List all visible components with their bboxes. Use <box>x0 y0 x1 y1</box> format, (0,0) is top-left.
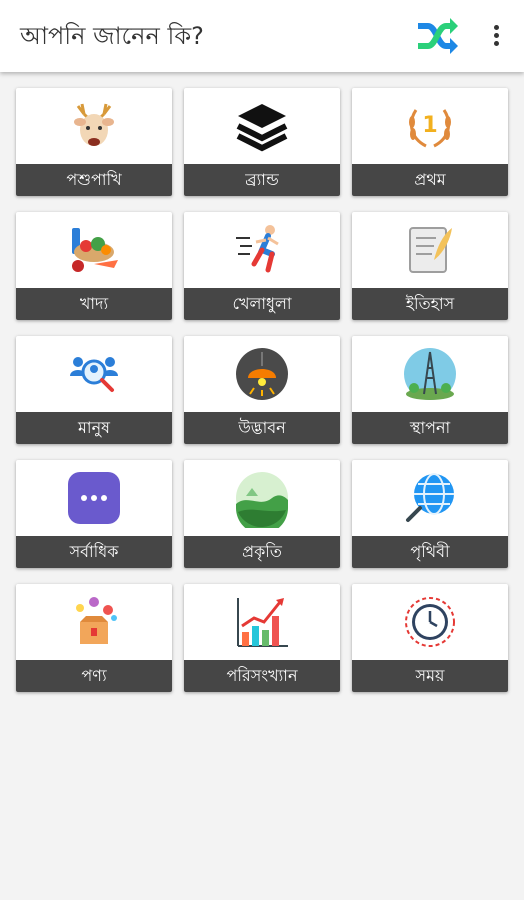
food-icon <box>16 212 172 288</box>
category-label: মানুষ <box>16 412 172 444</box>
category-label: খেলাধুলা <box>184 288 340 320</box>
shuffle-icon <box>418 18 458 54</box>
lamp-icon <box>184 336 340 412</box>
product-box-icon <box>16 584 172 660</box>
layers-icon <box>184 88 340 164</box>
category-card-statistics[interactable]: পরিসংখ্যান <box>184 584 340 692</box>
deer-icon <box>16 88 172 164</box>
category-label: পৃথিবী <box>352 536 508 568</box>
app-bar: আপনি জানেন কি? <box>0 0 524 72</box>
people-search-icon <box>16 336 172 412</box>
category-label: উদ্ভাবন <box>184 412 340 444</box>
clock-icon <box>352 584 508 660</box>
category-label: প্রথম <box>352 164 508 196</box>
category-card-food[interactable]: খাদ্য <box>16 212 172 320</box>
category-card-nature[interactable]: প্রকৃতি <box>184 460 340 568</box>
category-card-history[interactable]: ইতিহাস <box>352 212 508 320</box>
category-label: স্থাপনা <box>352 412 508 444</box>
more-options-button[interactable] <box>486 22 506 52</box>
category-card-most[interactable]: সর্বাধিক <box>16 460 172 568</box>
category-label: ব্র্যান্ড <box>184 164 340 196</box>
more-dots-icon <box>16 460 172 536</box>
category-card-world[interactable]: পৃথিবী <box>352 460 508 568</box>
category-card-sports[interactable]: খেলাধুলা <box>184 212 340 320</box>
category-card-first[interactable]: 1 প্রথম <box>352 88 508 196</box>
category-label: পশুপাখি <box>16 164 172 196</box>
category-card-structures[interactable]: স্থাপনা <box>352 336 508 444</box>
globe-search-icon <box>352 460 508 536</box>
category-label: ইতিহাস <box>352 288 508 320</box>
category-card-people[interactable]: মানুষ <box>16 336 172 444</box>
scroll-quill-icon <box>352 212 508 288</box>
landscape-icon <box>184 460 340 536</box>
category-card-animals[interactable]: পশুপাখি <box>16 88 172 196</box>
category-card-invention[interactable]: উদ্ভাবন <box>184 336 340 444</box>
bar-chart-icon <box>184 584 340 660</box>
category-card-brands[interactable]: ব্র্যান্ড <box>184 88 340 196</box>
category-label: সময় <box>352 660 508 692</box>
app-title: আপনি জানেন কি? <box>20 22 204 50</box>
category-card-products[interactable]: পণ্য <box>16 584 172 692</box>
category-label: সর্বাধিক <box>16 536 172 568</box>
category-label: পণ্য <box>16 660 172 692</box>
category-label: প্রকৃতি <box>184 536 340 568</box>
more-vert-icon <box>493 25 499 30</box>
laurel-first-icon: 1 <box>352 88 508 164</box>
svg-text:1: 1 <box>422 113 437 138</box>
runner-icon <box>184 212 340 288</box>
category-label: খাদ্য <box>16 288 172 320</box>
eiffel-tower-icon <box>352 336 508 412</box>
category-card-time[interactable]: সময় <box>352 584 508 692</box>
shuffle-button[interactable] <box>414 14 460 58</box>
category-label: পরিসংখ্যান <box>184 660 340 692</box>
